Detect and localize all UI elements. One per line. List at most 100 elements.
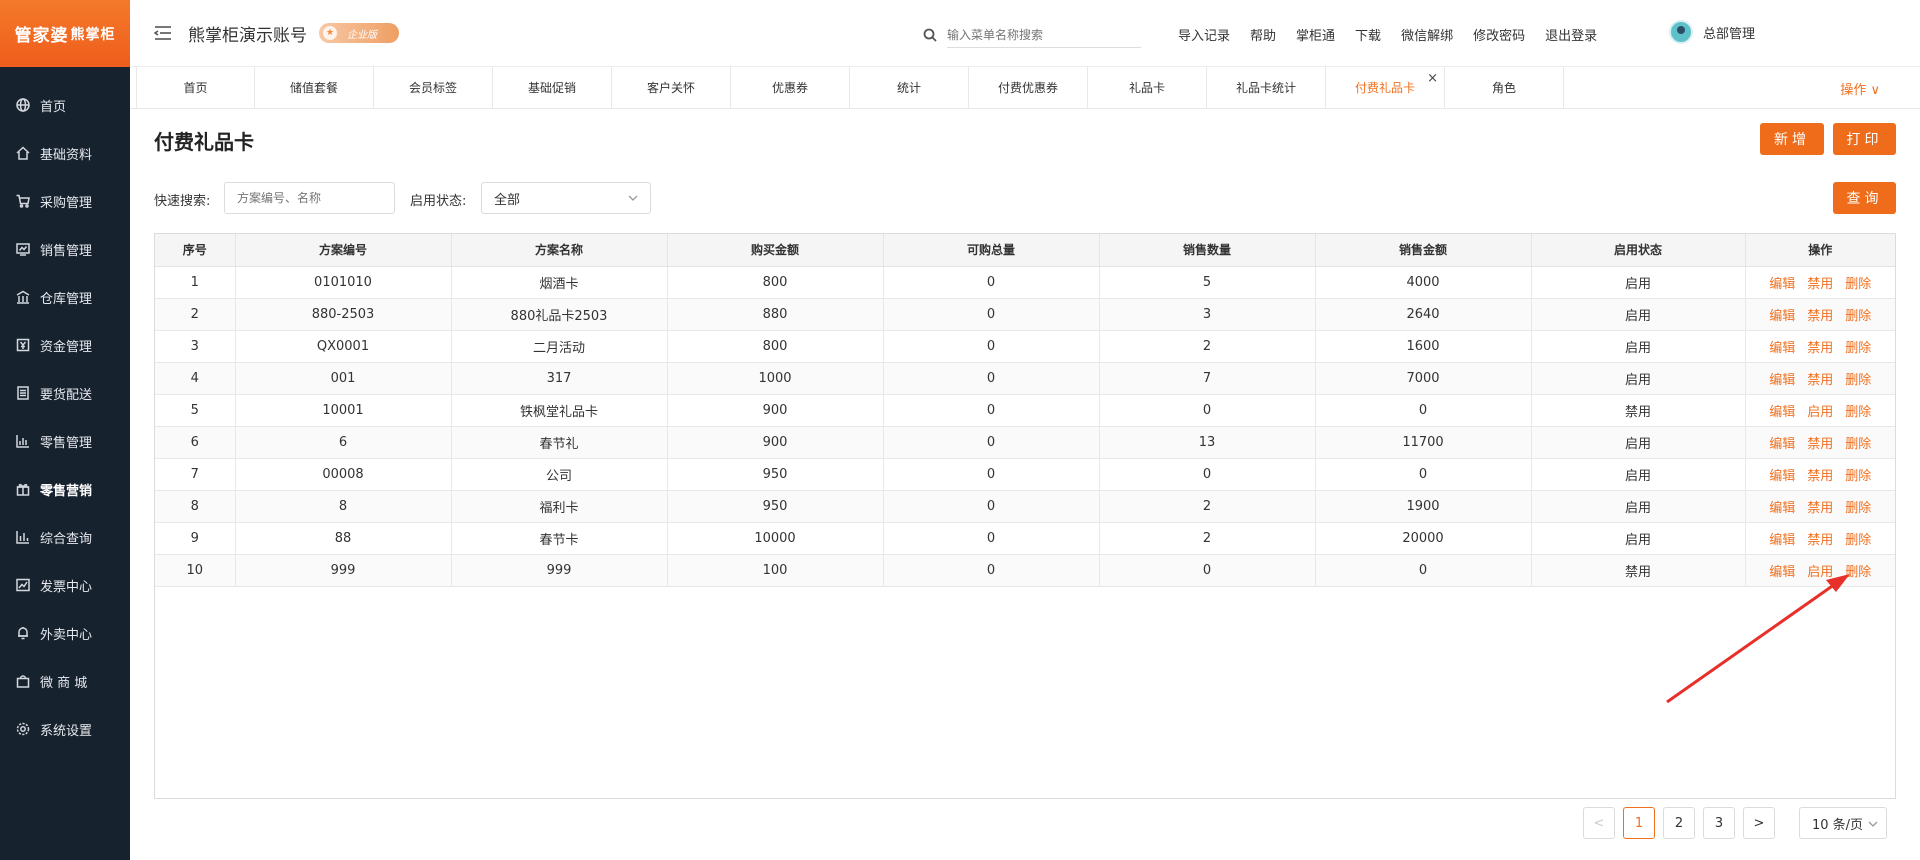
close-icon[interactable]: × [1427, 71, 1438, 86]
tab-7[interactable]: 统计 [850, 67, 969, 108]
tab-6[interactable]: 优惠券 [731, 67, 850, 108]
delete-link[interactable]: 删除 [1845, 277, 1871, 292]
toggle-status-link[interactable]: 启用 [1807, 405, 1833, 420]
avatar[interactable] [1669, 20, 1693, 44]
header-link[interactable]: 微信解绑 [1401, 25, 1453, 44]
sidebar-item-9[interactable]: 零售营销 [0, 465, 130, 513]
toggle-status-link[interactable]: 启用 [1807, 565, 1833, 580]
tab-5[interactable]: 客户关怀 [612, 67, 731, 108]
edit-link[interactable]: 编辑 [1769, 469, 1795, 484]
cell-price: 100 [667, 554, 884, 587]
delete-link[interactable]: 删除 [1845, 373, 1871, 388]
toggle-status-link[interactable]: 禁用 [1807, 501, 1833, 516]
print-button[interactable]: 打印 [1833, 123, 1896, 155]
query-button[interactable]: 查询 [1833, 182, 1896, 214]
menu-toggle-icon[interactable] [154, 25, 172, 41]
cell-status: 启用 [1531, 266, 1746, 299]
tab-3[interactable]: 会员标签 [374, 67, 493, 108]
user-name[interactable]: 总部管理 [1703, 23, 1755, 42]
sidebar-item-12[interactable]: 外卖中心 [0, 609, 130, 657]
status-filter-select[interactable]: 全部 [481, 182, 651, 214]
table-row: 7 00008 公司 950 0 0 0 启用 编辑 禁用 删除 [155, 458, 1895, 491]
sidebar-item-6[interactable]: 资金管理 [0, 321, 130, 369]
tab-4[interactable]: 基础促销 [493, 67, 612, 108]
delete-link[interactable]: 删除 [1845, 565, 1871, 580]
edit-link[interactable]: 编辑 [1769, 277, 1795, 292]
quick-search-input[interactable] [224, 182, 395, 214]
cell-name: 春节卡 [451, 522, 668, 555]
tab-2[interactable]: 储值套餐 [255, 67, 374, 108]
user-menu[interactable]: 总部管理 [1669, 20, 1755, 44]
sidebar-item-4[interactable]: 销售管理 [0, 225, 130, 273]
delete-link[interactable]: 删除 [1845, 341, 1871, 356]
new-button[interactable]: 新增 [1760, 123, 1824, 155]
sidebar-item-7[interactable]: 要货配送 [0, 369, 130, 417]
sidebar-item-13[interactable]: 微 商 城 [0, 657, 130, 705]
delete-link[interactable]: 删除 [1845, 501, 1871, 516]
cell-no: 5 [155, 394, 236, 427]
sidebar-item-2[interactable]: 基础资料 [0, 129, 130, 177]
edit-link[interactable]: 编辑 [1769, 565, 1795, 580]
header-link[interactable]: 退出登录 [1545, 25, 1597, 44]
edit-link[interactable]: 编辑 [1769, 501, 1795, 516]
toggle-status-link[interactable]: 禁用 [1807, 341, 1833, 356]
sidebar-item-label: 销售管理 [40, 243, 93, 259]
page-button[interactable]: 2 [1663, 807, 1695, 839]
sidebar-item-14[interactable]: 系统设置 [0, 705, 130, 753]
edit-link[interactable]: 编辑 [1769, 533, 1795, 548]
header-link[interactable]: 帮助 [1250, 25, 1276, 44]
tab-12[interactable]: 角色 [1445, 67, 1564, 108]
next-page-button[interactable]: > [1743, 807, 1775, 839]
delete-link[interactable]: 删除 [1845, 437, 1871, 452]
prev-page-button[interactable]: < [1583, 807, 1615, 839]
toggle-status-link[interactable]: 禁用 [1807, 309, 1833, 324]
tab-9[interactable]: 礼品卡 [1088, 67, 1207, 108]
sidebar-item-label: 微 商 城 [40, 675, 88, 691]
sidebar-item-3[interactable]: 采购管理 [0, 177, 130, 225]
edit-link[interactable]: 编辑 [1769, 309, 1795, 324]
tab-1[interactable]: 首页 [136, 67, 255, 108]
toggle-status-link[interactable]: 禁用 [1807, 437, 1833, 452]
page-size-select[interactable]: 10 条/页 [1799, 807, 1887, 839]
sidebar-item-10[interactable]: 综合查询 [0, 513, 130, 561]
quick-search-label: 快速搜索: [154, 194, 211, 209]
sidebar-item-1[interactable]: 首页 [0, 81, 130, 129]
page-button[interactable]: 1 [1623, 807, 1655, 839]
money-icon [16, 338, 30, 352]
tab-label: 付费优惠券 [997, 81, 1058, 95]
page-button[interactable]: 3 [1703, 807, 1735, 839]
cell-name: 999 [451, 554, 668, 587]
tab-8[interactable]: 付费优惠券 [969, 67, 1088, 108]
edit-link[interactable]: 编辑 [1769, 373, 1795, 388]
header-link[interactable]: 导入记录 [1178, 25, 1230, 44]
brand-logo[interactable]: 管家婆 熊掌柜 [0, 0, 130, 67]
sidebar-item-label: 资金管理 [40, 339, 93, 355]
tab-11[interactable]: 付费礼品卡 × [1326, 67, 1445, 108]
edit-link[interactable]: 编辑 [1769, 341, 1795, 356]
header-link[interactable]: 修改密码 [1473, 25, 1525, 44]
header-link[interactable]: 掌柜通 [1296, 25, 1335, 44]
header-link[interactable]: 下载 [1355, 25, 1381, 44]
tab-10[interactable]: 礼品卡统计 [1207, 67, 1326, 108]
cell-amount: 0 [1315, 394, 1532, 427]
sidebar-item-8[interactable]: 零售管理 [0, 417, 130, 465]
menu-search-input[interactable] [947, 22, 1141, 48]
toggle-status-link[interactable]: 禁用 [1807, 469, 1833, 484]
edit-link[interactable]: 编辑 [1769, 437, 1795, 452]
toggle-status-link[interactable]: 禁用 [1807, 533, 1833, 548]
cell-code: 00008 [235, 458, 452, 491]
sidebar-item-11[interactable]: 发票中心 [0, 561, 130, 609]
delete-link[interactable]: 删除 [1845, 533, 1871, 548]
tab-operations-menu[interactable]: 操作 ∨ [1840, 79, 1880, 98]
delete-link[interactable]: 删除 [1845, 469, 1871, 484]
toggle-status-link[interactable]: 禁用 [1807, 373, 1833, 388]
cell-no: 4 [155, 362, 236, 395]
cell-amount: 4000 [1315, 266, 1532, 299]
toggle-status-link[interactable]: 禁用 [1807, 277, 1833, 292]
delete-link[interactable]: 删除 [1845, 405, 1871, 420]
delete-link[interactable]: 删除 [1845, 309, 1871, 324]
sidebar-item-label: 发票中心 [40, 579, 93, 595]
sidebar-item-5[interactable]: 仓库管理 [0, 273, 130, 321]
cell-price: 950 [667, 490, 884, 523]
edit-link[interactable]: 编辑 [1769, 405, 1795, 420]
